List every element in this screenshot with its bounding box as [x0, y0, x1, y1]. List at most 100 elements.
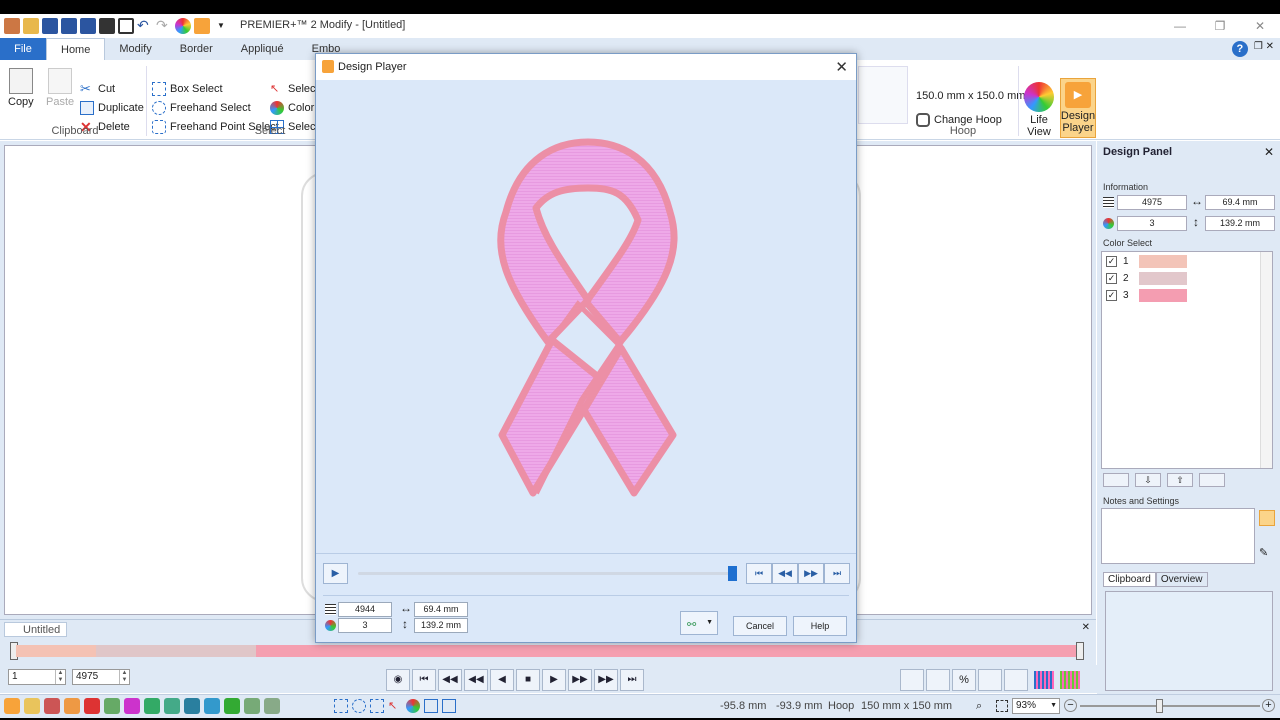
play-button[interactable]: ▶ — [323, 563, 348, 584]
box-select-button[interactable]: Box Select — [152, 82, 223, 96]
color-view-2-icon[interactable] — [926, 669, 950, 691]
fade-forward-icon[interactable] — [1004, 669, 1028, 691]
point-select-icon[interactable] — [370, 699, 384, 713]
color-checkbox[interactable]: ✓ — [1106, 289, 1117, 301]
zoom-slider[interactable] — [1080, 705, 1260, 707]
stitch-color-bar[interactable] — [16, 645, 1080, 657]
tab-home[interactable]: Home — [46, 38, 106, 60]
first-stitch-icon[interactable]: ⏮ — [746, 563, 772, 584]
open-icon[interactable] — [23, 18, 39, 34]
needle-icon[interactable] — [104, 698, 120, 714]
hoop-status-icon[interactable] — [184, 698, 200, 714]
rotate-icon[interactable] — [124, 698, 140, 714]
box-select-icon[interactable] — [334, 699, 348, 713]
freehand-select-icon[interactable] — [352, 699, 366, 713]
paste-button[interactable]: Paste — [46, 68, 74, 108]
freehand-select-button[interactable]: Freehand Select — [152, 101, 251, 115]
end-marker-icon[interactable] — [1076, 642, 1084, 660]
color-row[interactable]: ✓ 1 — [1106, 254, 1187, 268]
tab-applique[interactable]: Appliqué — [227, 38, 298, 60]
spin-arrows-icon[interactable]: ▲ ▼ — [119, 670, 129, 684]
image-icon[interactable] — [244, 698, 260, 714]
close-icon[interactable]: ✕ — [835, 58, 848, 76]
grid-select-2-icon[interactable] — [442, 699, 456, 713]
move-down-icon[interactable]: ⇩ — [1135, 473, 1161, 487]
close-document-icon[interactable]: ✕ — [1082, 622, 1090, 633]
forward-color-icon[interactable]: ▶▶ — [594, 669, 618, 691]
color-row[interactable]: ✓ 2 — [1106, 271, 1187, 285]
tab-border[interactable]: Border — [166, 38, 227, 60]
settings-icon[interactable] — [264, 698, 280, 714]
people-icon[interactable] — [204, 698, 220, 714]
progress-thumb[interactable] — [728, 566, 737, 581]
back-block-icon[interactable]: ◀◀ — [464, 669, 488, 691]
app-logo-icon[interactable] — [4, 18, 20, 34]
grid-select-icon[interactable] — [424, 699, 438, 713]
color-select-list[interactable]: ✓ 1 ✓ 2 ✓ 3 — [1101, 251, 1273, 469]
move-up-icon[interactable]: ⇧ — [1167, 473, 1193, 487]
life-view-icon[interactable] — [175, 18, 191, 34]
help-icon[interactable]: ? — [1231, 41, 1248, 57]
redo-icon[interactable]: ↷ — [156, 18, 172, 34]
export-icon[interactable] — [80, 18, 96, 34]
stop-icon[interactable]: ■ — [516, 669, 540, 691]
rewind-icon[interactable]: ◀◀ — [772, 563, 798, 584]
undo-icon[interactable]: ↶ — [137, 18, 153, 34]
zoom-slider-thumb[interactable] — [1156, 699, 1163, 713]
share-button[interactable]: ⚯ ▼ — [680, 611, 718, 635]
copy-button[interactable]: Copy — [8, 68, 34, 108]
modify-icon[interactable] — [44, 698, 60, 714]
color-select-icon[interactable] — [406, 699, 420, 713]
hoop-gallery[interactable] — [858, 66, 908, 124]
layout-icon[interactable] — [164, 698, 180, 714]
color-row[interactable]: ✓ 3 — [1106, 288, 1187, 302]
last-stitch-icon[interactable]: ⏭ — [824, 563, 850, 584]
print-icon[interactable] — [99, 18, 115, 34]
forward-stitch-icon[interactable]: ▶ — [542, 669, 566, 691]
save-icon[interactable] — [42, 18, 58, 34]
select-pointer-icon[interactable]: ↖ — [388, 699, 402, 713]
restore-ribbon-icon[interactable]: ❐ ✕ — [1254, 41, 1274, 57]
design-player-button[interactable]: ▶ Design Player — [1060, 78, 1096, 138]
first-stitch-icon[interactable]: ⏮ — [412, 669, 436, 691]
settings-icon[interactable] — [1259, 528, 1275, 544]
color-checkbox[interactable]: ✓ — [1106, 255, 1117, 267]
color-select-button[interactable]: Color — [270, 101, 314, 115]
forward-block-icon[interactable]: ▶▶ — [568, 669, 592, 691]
design-player-icon[interactable] — [194, 18, 210, 34]
fast-forward-icon[interactable]: ▶▶ — [798, 563, 824, 584]
tab-clipboard[interactable]: Clipboard — [1103, 572, 1156, 587]
select-tool-button[interactable]: ↖ Select — [270, 82, 319, 96]
app-icon[interactable] — [4, 698, 20, 714]
add-icon[interactable] — [224, 698, 240, 714]
progress-track[interactable] — [358, 572, 730, 575]
stitch-player-icon[interactable]: ◉ — [386, 669, 410, 691]
end-stitch-input[interactable]: 4975 ▲ ▼ — [72, 669, 130, 685]
colors-icon[interactable] — [64, 698, 80, 714]
percent-icon[interactable]: % — [952, 669, 976, 691]
zoom-in-icon[interactable]: + — [1262, 699, 1275, 712]
tab-file[interactable]: File — [0, 38, 46, 60]
maximize-button[interactable]: ❐ — [1200, 14, 1240, 38]
close-window-button[interactable]: ✕ — [1240, 14, 1280, 38]
group-colors-icon[interactable] — [1103, 473, 1129, 487]
notes-textarea[interactable] — [1101, 508, 1255, 564]
hoop-icon[interactable] — [118, 18, 134, 34]
zoom-select[interactable]: 93% ▼ — [1012, 698, 1060, 714]
document-tab[interactable]: Untitled — [4, 622, 68, 637]
close-panel-icon[interactable]: ✕ — [1264, 145, 1274, 159]
spin-arrows-icon[interactable]: ▲ ▼ — [55, 670, 65, 684]
cancel-button[interactable]: Cancel — [733, 616, 787, 636]
color-grid-icon[interactable] — [1060, 671, 1080, 689]
last-stitch-icon[interactable]: ⏭ — [620, 669, 644, 691]
color-view-icon[interactable] — [900, 669, 924, 691]
back-stitch-icon[interactable]: ◀ — [490, 669, 514, 691]
pencil-icon[interactable]: ✎ — [1259, 546, 1275, 562]
customize-dropdown-icon[interactable]: ▼ — [213, 18, 229, 34]
cut-button[interactable]: ✂ Cut — [80, 82, 115, 96]
fade-back-icon[interactable] — [978, 669, 1002, 691]
tab-modify[interactable]: Modify — [105, 38, 165, 60]
thread-icon[interactable] — [84, 698, 100, 714]
save-as-icon[interactable] — [61, 18, 77, 34]
duplicate-button[interactable]: Duplicate — [80, 101, 144, 115]
